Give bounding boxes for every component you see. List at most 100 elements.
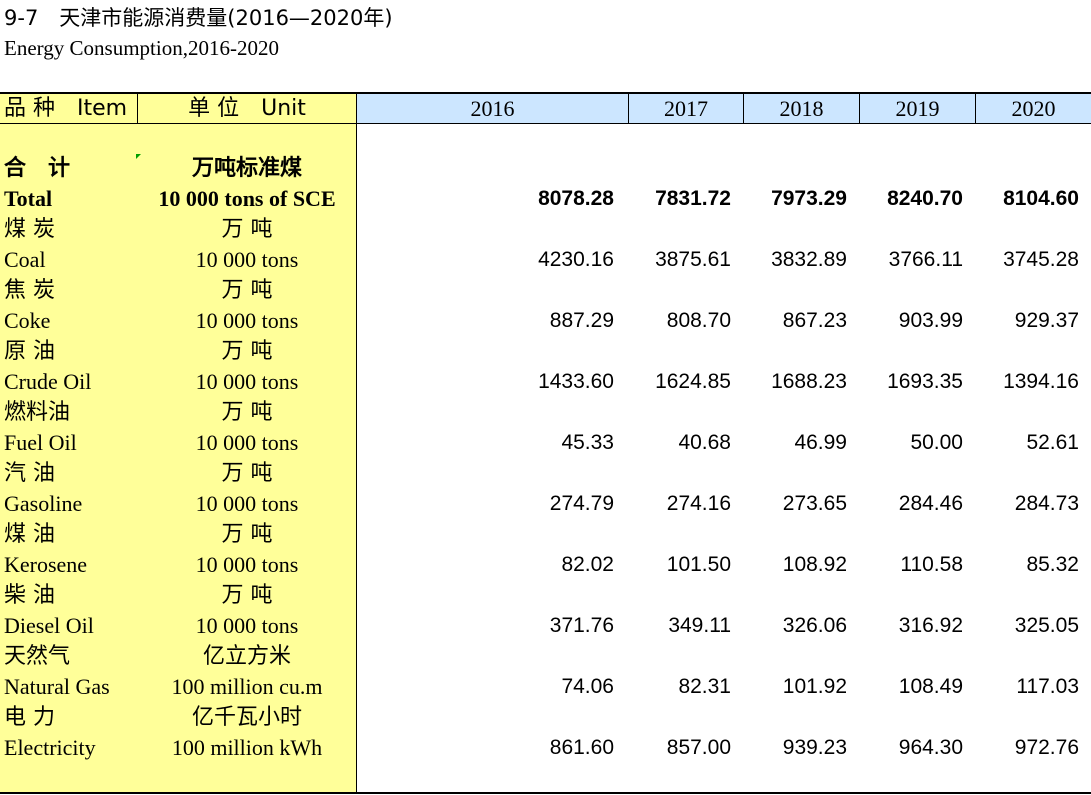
value-cell-2018: 108.92 <box>782 553 847 576</box>
header-unit: 单 位 Unit <box>188 96 306 121</box>
item-name-cn: 煤 油 <box>4 522 55 547</box>
unit-en: 10 000 tons <box>195 369 299 394</box>
value-cell-2018: 273.65 <box>782 492 847 515</box>
unit-cn: 亿千瓦小时 <box>191 705 302 730</box>
unit-cn: 亿立方米 <box>202 644 291 669</box>
value-cell-2019: 8240.70 <box>887 187 963 210</box>
value-cell-2018: 1688.23 <box>771 370 847 393</box>
header-bottom-rule <box>0 123 1091 124</box>
unit-en: 10 000 tons <box>195 613 299 638</box>
value-cell-2020: 1394.16 <box>1003 370 1079 393</box>
unit-cn: 万吨标准煤 <box>191 156 302 181</box>
item-name-cn: 天然气 <box>4 644 71 669</box>
value-cell-2017: 3875.61 <box>655 248 731 271</box>
value-cell-2017: 1624.85 <box>655 370 731 393</box>
value-cell-2019: 3766.11 <box>888 248 963 271</box>
value-cell-2017: 82.31 <box>678 675 731 698</box>
item-name-en: Coal <box>4 247 46 272</box>
value-cell-2019: 1693.35 <box>887 370 963 393</box>
value-cell-2017: 274.16 <box>666 492 731 515</box>
header-item: 品 种 Item <box>4 96 128 121</box>
value-cell-2020: 8104.60 <box>1003 187 1079 210</box>
value-cell-2016: 887.29 <box>549 309 614 332</box>
header-year-2016: 2016 <box>356 94 628 123</box>
value-cell-2020: 325.05 <box>1014 614 1079 637</box>
value-cell-2017: 40.68 <box>678 431 731 454</box>
value-cell-2020: 284.73 <box>1014 492 1079 515</box>
header-year-2020: 2020 <box>975 94 1091 123</box>
unit-en: 100 million kWh <box>171 735 323 760</box>
value-cell-2019: 110.58 <box>900 553 963 576</box>
item-name-cn: 焦 炭 <box>4 278 55 303</box>
table-row: 原 油 Crude Oil 万 吨 10 000 tons 1433.60 1624.85… <box>0 337 1091 397</box>
unit-en: 10 000 tons <box>195 430 299 455</box>
title-cn: 9-7 天津市能源消费量(2016—2020年) <box>4 6 393 30</box>
value-cell-2016: 82.02 <box>561 553 614 576</box>
unit-en: 10 000 tons <box>195 247 299 272</box>
item-name-en: Coke <box>4 308 51 333</box>
value-cell-2018: 326.06 <box>782 614 847 637</box>
value-cell-2019: 903.99 <box>898 309 963 332</box>
header-year-2017: 2017 <box>628 94 743 123</box>
value-cell-2018: 867.23 <box>782 309 847 332</box>
item-name-en: Diesel Oil <box>4 613 94 638</box>
table-row: 柴 油 Diesel Oil 万 吨 10 000 tons 371.76 349.11 3… <box>0 581 1091 641</box>
item-name-en: Kerosene <box>4 552 88 577</box>
item-name-cn: 合 计 <box>4 156 71 181</box>
item-name-cn: 煤 炭 <box>4 217 55 242</box>
value-cell-2020: 929.37 <box>1014 309 1079 332</box>
value-cell-2018: 3832.89 <box>771 248 847 271</box>
value-cell-2019: 964.30 <box>898 736 963 759</box>
value-cell-2016: 861.60 <box>549 736 614 759</box>
table-row: 焦 炭 Coke 万 吨 10 000 tons 887.29 808.70 867.23 9… <box>0 276 1091 336</box>
value-cell-2016: 371.76 <box>549 614 614 637</box>
header-year-2019: 2019 <box>859 94 975 123</box>
unit-cn: 万 吨 <box>221 339 273 364</box>
value-cell-2017: 857.00 <box>666 736 731 759</box>
value-cell-2019: 50.00 <box>910 431 963 454</box>
value-cell-2018: 46.99 <box>794 431 847 454</box>
value-cell-2016: 45.33 <box>561 431 614 454</box>
table-bottom-rule <box>0 792 1091 794</box>
value-cell-2020: 3745.28 <box>1003 248 1079 271</box>
table-row: 合 计 Total 万吨标准煤 10 000 tons of SCE 8078.28 78… <box>0 154 1091 214</box>
value-cell-2016: 274.79 <box>549 492 614 515</box>
unit-cn: 万 吨 <box>221 522 273 547</box>
table-row: 煤 油 Kerosene 万 吨 10 000 tons 82.02 101.50 108.… <box>0 520 1091 580</box>
item-name-cn: 原 油 <box>4 339 55 364</box>
value-cell-2020: 117.03 <box>1016 675 1079 698</box>
unit-cn: 万 吨 <box>221 461 273 486</box>
unit-cn: 万 吨 <box>221 278 273 303</box>
value-cell-2020: 52.61 <box>1026 431 1079 454</box>
value-cell-2017: 7831.72 <box>655 187 731 210</box>
unit-en: 100 million cu.m <box>171 674 323 699</box>
item-name-cn: 燃料油 <box>4 400 71 425</box>
value-cell-2017: 349.11 <box>668 614 731 637</box>
item-name-en: Total <box>4 186 53 211</box>
item-name-en: Electricity <box>4 735 96 760</box>
value-cell-2018: 101.92 <box>782 675 847 698</box>
item-name-cn: 电 力 <box>4 705 55 730</box>
value-cell-2016: 8078.28 <box>538 187 614 210</box>
item-name-cn: 柴 油 <box>4 583 55 608</box>
item-name-en: Gasoline <box>4 491 83 516</box>
unit-en: 10 000 tons <box>195 491 299 516</box>
value-cell-2016: 74.06 <box>561 675 614 698</box>
title-en: Energy Consumption,2016-2020 <box>4 36 279 60</box>
table-header: 品 种 Item 单 位 Unit 2016 2017 2018 2019 20… <box>0 94 1091 123</box>
table-row: 燃料油 Fuel Oil 万 吨 10 000 tons 45.33 40.68 46.99… <box>0 398 1091 458</box>
value-cell-2016: 1433.60 <box>538 370 614 393</box>
unit-cn: 万 吨 <box>221 583 273 608</box>
unit-en: 10 000 tons of SCE <box>158 186 336 211</box>
energy-table: 品 种 Item 单 位 Unit 2016 2017 2018 2019 20… <box>0 92 1091 795</box>
header-year-2018: 2018 <box>743 94 859 123</box>
unit-en: 10 000 tons <box>195 308 299 333</box>
item-name-en: Fuel Oil <box>4 430 77 455</box>
value-cell-2017: 808.70 <box>666 309 731 332</box>
value-cell-2020: 85.32 <box>1026 553 1079 576</box>
value-cell-2019: 316.92 <box>898 614 963 637</box>
value-cell-2020: 972.76 <box>1014 736 1079 759</box>
unit-en: 10 000 tons <box>195 552 299 577</box>
header-divider <box>137 94 138 123</box>
table-row: 电 力 Electricity 亿千瓦小时 100 million kWh 861.60… <box>0 703 1091 763</box>
